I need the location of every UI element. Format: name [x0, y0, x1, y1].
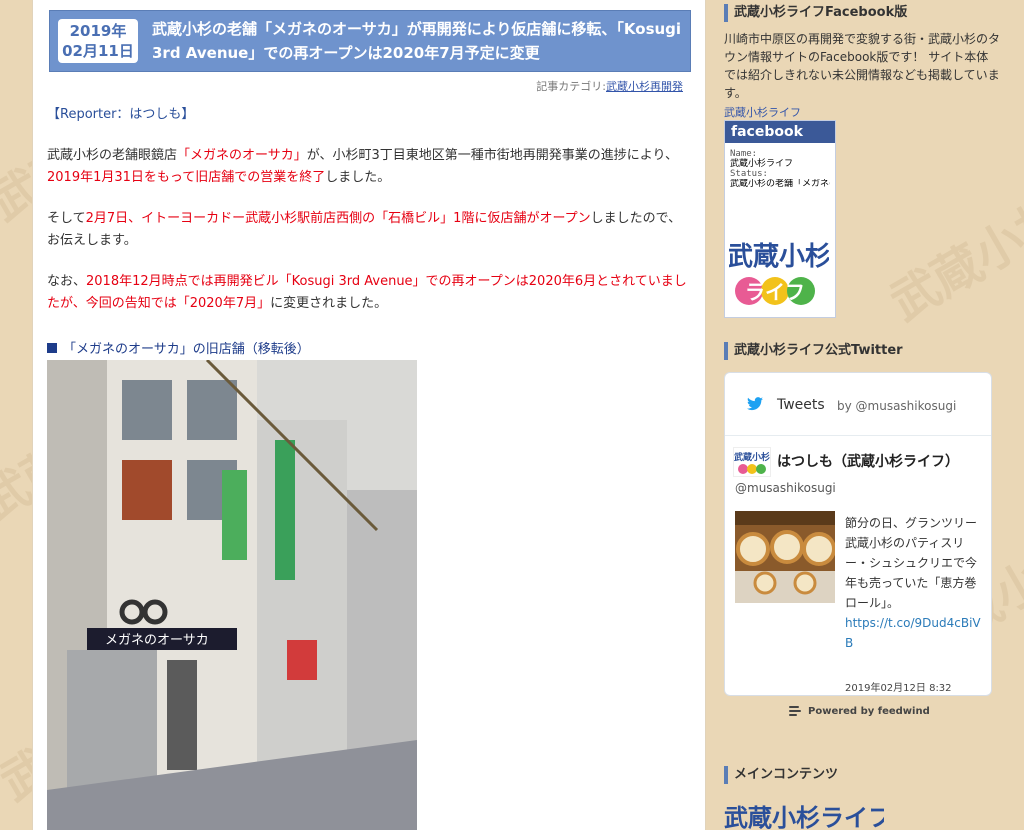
article-title: 武蔵小杉の老舗「メガネのオーサカ」が再開発により仮店舗に移転、「Kosugi 3…: [152, 20, 682, 62]
twitter-widget: Tweets by @musashikosugi 武蔵小杉 はつしも（武蔵小杉ラ…: [724, 372, 992, 696]
tweet-author-handle[interactable]: @musashikosugi: [735, 481, 836, 495]
fb-status-label: Status:: [730, 169, 768, 179]
article-header: 2019年 02月11日 武蔵小杉の老舗「メガネのオーサカ」が再開発により仮店舗…: [49, 10, 691, 72]
facebook-page-link[interactable]: 武蔵小杉ライフ: [724, 104, 801, 120]
caption-text: 「メガネのオーサカ」の旧店舗（移転後）: [63, 342, 310, 357]
date-day: 02月11日: [62, 42, 134, 60]
tweet-text: 節分の日、グランツリー武蔵小杉のパティスリー・シュシュクリエで今年も売っていた「…: [845, 513, 983, 653]
twitter-widget-header: Tweets by @musashikosugi: [725, 373, 991, 436]
tweets-title[interactable]: Tweets: [777, 397, 825, 413]
article-category: 記事カテゴリ:武蔵小杉再開発: [536, 78, 683, 94]
main-logo-text: 武蔵小杉ライフ: [724, 804, 884, 830]
main-contents-logo[interactable]: 武蔵小杉ライフ: [724, 798, 884, 830]
logo-line-2: ライフ: [745, 280, 805, 304]
p1-highlight-b: 「メガネのオーサカ」: [177, 148, 307, 163]
facebook-meta: Name: 武蔵小杉ライフ Status: 武蔵小杉の老舗「メガネのオーサカ」が…: [725, 143, 835, 189]
tweet-timestamp[interactable]: 2019年02月12日 8:32: [845, 679, 952, 694]
p3-text-a: なお、: [47, 274, 87, 289]
paragraph-2: そして2月7日、イトーヨーカドー武蔵小杉駅前店西側の「石橋ビル」1階に仮店舗がオ…: [47, 208, 697, 252]
feedwind-icon: [789, 706, 801, 716]
twitter-bird-icon: [747, 397, 763, 411]
tweet-body: 節分の日、グランツリー武蔵小杉のパティスリー・シュシュクリエで今年も売っていた「…: [845, 516, 978, 610]
tweet-link[interactable]: https://t.co/9Dud4cBiVB: [845, 616, 981, 650]
fb-status-value: 武蔵小杉の老舗「メガネのオーサカ」が再開: [730, 179, 830, 189]
twitter-heading: 武蔵小杉ライフ公式Twitter: [724, 342, 903, 360]
p1-text-c: が、小杉町3丁目東地区第一種市街地再開発事業の進捗により、: [306, 148, 678, 163]
article-main: 2019年 02月11日 武蔵小杉の老舗「メガネのオーサカ」が再開発により仮店舗…: [32, 0, 706, 830]
paragraph-1: 武蔵小杉の老舗眼鏡店「メガネのオーサカ」が、小杉町3丁目東地区第一種市街地再開発…: [47, 145, 697, 189]
p2-text-c: しましたので、: [590, 211, 682, 226]
tweet-author-name[interactable]: はつしも（武蔵小杉ライフ）: [777, 451, 959, 471]
p3-text-c: に変更されました。: [270, 296, 388, 311]
storefront-sign-text: メガネのオーサカ: [105, 633, 209, 648]
storefront-photo: メガネのオーサカ: [47, 360, 417, 830]
feedwind-text: Powered by feedwind: [808, 706, 930, 717]
tweet-image[interactable]: [735, 511, 835, 603]
square-bullet-icon: [47, 343, 57, 353]
article-body: 【Reporter：はつしも】 武蔵小杉の老舗眼鏡店「メガネのオーサカ」が、小杉…: [47, 104, 697, 334]
storefront-illustration: メガネのオーサカ: [47, 360, 417, 830]
facebook-heading: 武蔵小杉ライフFacebook版: [724, 4, 907, 22]
roll-cake-photo: [735, 511, 835, 603]
p2-highlight-b: 2月7日、イトーヨーカドー武蔵小杉駅前店西側の「石橋ビル」1階に仮店舗がオープン: [85, 211, 591, 226]
category-label: 記事カテゴリ:: [536, 80, 606, 93]
facebook-logo: facebook: [725, 121, 835, 143]
feedwind-credit[interactable]: Powered by feedwind: [788, 704, 930, 718]
photo-caption: 「メガネのオーサカ」の旧店舗（移転後）: [47, 338, 310, 357]
logo-line-1: 武蔵小杉: [729, 242, 829, 272]
fb-name-label: Name:: [730, 149, 758, 159]
facebook-badge[interactable]: facebook Name: 武蔵小杉ライフ Status: 武蔵小杉の老舗「メ…: [724, 120, 836, 318]
tweets-by[interactable]: by @musashikosugi: [837, 399, 956, 413]
fb-name-value: 武蔵小杉ライフ: [730, 159, 794, 169]
facebook-description: 川崎市中原区の再開発で変貌する街・武蔵小杉のタウン情報サイトのFacebook版…: [724, 32, 1001, 100]
p2-text-a: そして: [47, 211, 86, 226]
svg-text:武蔵小杉: 武蔵小杉: [734, 451, 770, 463]
p1-text-a: 武蔵小杉の老舗眼鏡店: [47, 148, 178, 163]
date-year: 2019年: [69, 22, 127, 40]
category-link[interactable]: 武蔵小杉再開発: [606, 80, 683, 93]
musashikosugi-life-logo: 武蔵小杉 ライフ: [729, 242, 829, 305]
p1-text-e: しました。: [325, 170, 391, 185]
p1-highlight-d: 2019年1月31日をもって旧店舗での営業を終了: [47, 170, 326, 185]
p2-text-d: お伝えします。: [47, 233, 137, 248]
avatar[interactable]: 武蔵小杉: [733, 447, 771, 477]
paragraph-3: なお、2018年12月時点では再開発ビル「Kosugi 3rd Avenue」で…: [47, 271, 697, 315]
main-contents-heading: メインコンテンツ: [724, 766, 838, 784]
date-badge: 2019年 02月11日: [58, 19, 138, 63]
reporter-credit: 【Reporter：はつしも】: [47, 107, 195, 122]
